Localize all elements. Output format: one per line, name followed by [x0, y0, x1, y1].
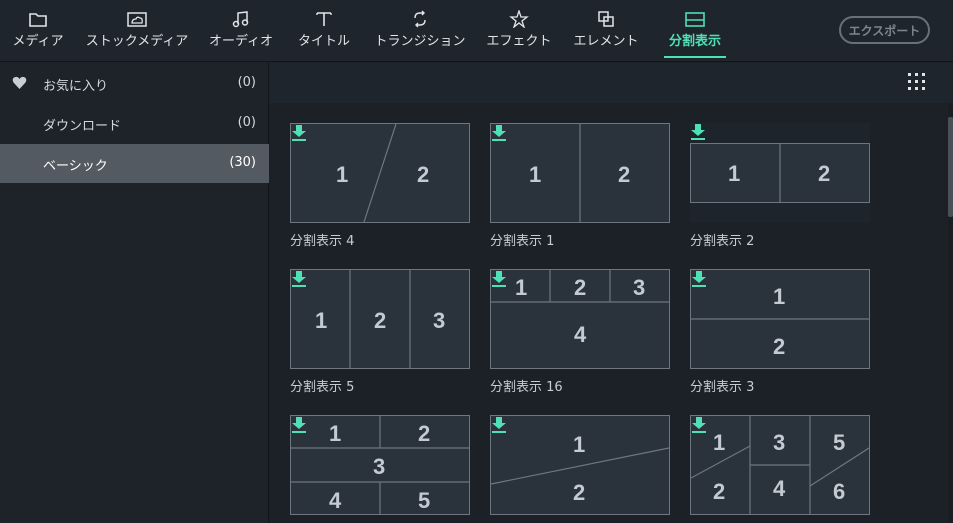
svg-text:5: 5: [418, 488, 430, 513]
effects-icon: [509, 0, 529, 28]
svg-text:2: 2: [417, 162, 429, 187]
svg-text:1: 1: [773, 284, 785, 309]
tab-elements[interactable]: エレメント: [574, 0, 639, 60]
svg-text:1: 1: [573, 432, 585, 457]
sidebar-item-downloads[interactable]: ダウンロード (0): [0, 104, 269, 143]
tab-audio-label: オーディオ: [208, 34, 274, 49]
svg-text:4: 4: [329, 488, 342, 513]
export-button[interactable]: エクスポート: [839, 16, 930, 44]
tile-thumbnail[interactable]: 1 2: [490, 123, 670, 223]
sidebar-item-basic[interactable]: ベーシック (30): [0, 144, 269, 183]
tile-thumbnail[interactable]: 1 2: [690, 269, 870, 369]
svg-text:4: 4: [574, 322, 587, 347]
text-icon: [315, 0, 333, 28]
svg-text:6: 6: [833, 479, 845, 504]
split-screen-icon: [684, 0, 706, 28]
tab-audio[interactable]: オーディオ: [208, 0, 274, 60]
tile-thumbnail[interactable]: 1 2 3: [290, 269, 470, 369]
svg-text:4: 4: [773, 476, 786, 501]
svg-text:3: 3: [433, 308, 445, 333]
tab-stock-media[interactable]: ストックメディア: [86, 0, 188, 60]
download-icon[interactable]: [491, 416, 507, 434]
heart-icon: [12, 76, 27, 94]
svg-text:2: 2: [618, 162, 630, 187]
download-icon[interactable]: [491, 270, 507, 288]
svg-text:2: 2: [574, 275, 586, 300]
tab-effects-label: エフェクト: [486, 34, 552, 49]
tile-name: 分割表示 4: [290, 234, 355, 249]
elements-icon: [596, 0, 616, 28]
tile-name: 分割表示 5: [290, 380, 355, 395]
sidebar-item-count: (0): [237, 75, 256, 90]
download-icon[interactable]: [691, 416, 707, 434]
tile-thumbnail[interactable]: 1 2: [290, 123, 470, 223]
svg-text:1: 1: [713, 430, 725, 455]
tab-elements-label: エレメント: [573, 34, 639, 49]
scrollbar-thumb[interactable]: [948, 117, 953, 217]
svg-text:3: 3: [773, 430, 785, 455]
tile-name: 分割表示 16: [490, 380, 563, 395]
svg-text:3: 3: [373, 454, 385, 479]
tile-name: 分割表示 3: [690, 380, 755, 395]
tile-thumbnail[interactable]: 1 2 3 4 5: [290, 415, 470, 515]
split-screen-panel: メディア ストックメディア オーディオ タイトル トランジション エフェクト エ…: [0, 0, 953, 523]
category-sidebar: お気に入り (0) ダウンロード (0) ベーシック (30): [0, 63, 269, 523]
svg-text:3: 3: [633, 275, 645, 300]
svg-text:2: 2: [374, 308, 386, 333]
content-header: [270, 63, 953, 103]
tab-effects[interactable]: エフェクト: [487, 0, 552, 60]
tile-thumbnail[interactable]: 1 2 3 4: [490, 269, 670, 369]
tile-thumbnail[interactable]: 1 2 3 4 5 6: [690, 415, 870, 515]
tile-thumbnail[interactable]: 1 2: [690, 123, 870, 223]
download-icon[interactable]: [690, 123, 706, 141]
svg-text:2: 2: [713, 479, 725, 504]
tab-titles-label: タイトル: [298, 34, 351, 49]
tile-name: 分割表示 2: [690, 234, 755, 249]
tab-media[interactable]: メディア: [12, 0, 64, 60]
transition-icon: [411, 0, 429, 28]
download-icon[interactable]: [691, 270, 707, 288]
tile-thumbnail[interactable]: 1 2: [490, 415, 670, 515]
svg-text:5: 5: [833, 430, 845, 455]
svg-text:1: 1: [329, 421, 341, 446]
grid-view-icon[interactable]: [908, 73, 928, 93]
tab-split-screen-label: 分割表示: [668, 34, 721, 49]
folder-icon: [28, 0, 48, 28]
active-tab-underline: [664, 56, 726, 58]
tab-titles[interactable]: タイトル: [298, 0, 351, 60]
music-note-icon: [231, 0, 251, 28]
sidebar-item-count: (0): [237, 115, 256, 130]
svg-text:1: 1: [728, 161, 740, 186]
sidebar-item-count: (30): [229, 155, 256, 170]
svg-text:2: 2: [773, 334, 785, 359]
tab-transitions[interactable]: トランジション: [375, 0, 466, 60]
svg-text:2: 2: [418, 421, 430, 446]
tab-transitions-label: トランジション: [374, 34, 466, 49]
vertical-scrollbar[interactable]: [948, 103, 953, 523]
sidebar-item-label: ベーシック: [43, 159, 108, 174]
svg-text:2: 2: [818, 161, 830, 186]
svg-text:1: 1: [315, 308, 327, 333]
sidebar-item-label: ダウンロード: [43, 119, 122, 134]
tab-stock-media-label: ストックメディア: [85, 34, 189, 49]
download-icon[interactable]: [291, 124, 307, 142]
svg-text:1: 1: [529, 162, 541, 187]
tile-name: 分割表示 1: [490, 234, 555, 249]
download-icon[interactable]: [291, 270, 307, 288]
top-toolbar: メディア ストックメディア オーディオ タイトル トランジション エフェクト エ…: [0, 0, 953, 62]
svg-text:2: 2: [573, 480, 585, 505]
sidebar-item-favorites[interactable]: お気に入り (0): [0, 64, 269, 103]
split-screen-grid: 1 2 分割表示 4 1 2 分割表示 1 1 2 分割表示 2 1 2 3 分…: [270, 103, 950, 523]
cloud-icon: [126, 0, 148, 28]
tab-media-label: メディア: [12, 34, 64, 49]
svg-text:1: 1: [336, 162, 348, 187]
sidebar-item-label: お気に入り: [43, 79, 109, 94]
download-icon[interactable]: [491, 124, 507, 142]
svg-text:1: 1: [515, 275, 527, 300]
tab-split-screen[interactable]: 分割表示: [664, 0, 726, 60]
download-icon[interactable]: [291, 416, 307, 434]
